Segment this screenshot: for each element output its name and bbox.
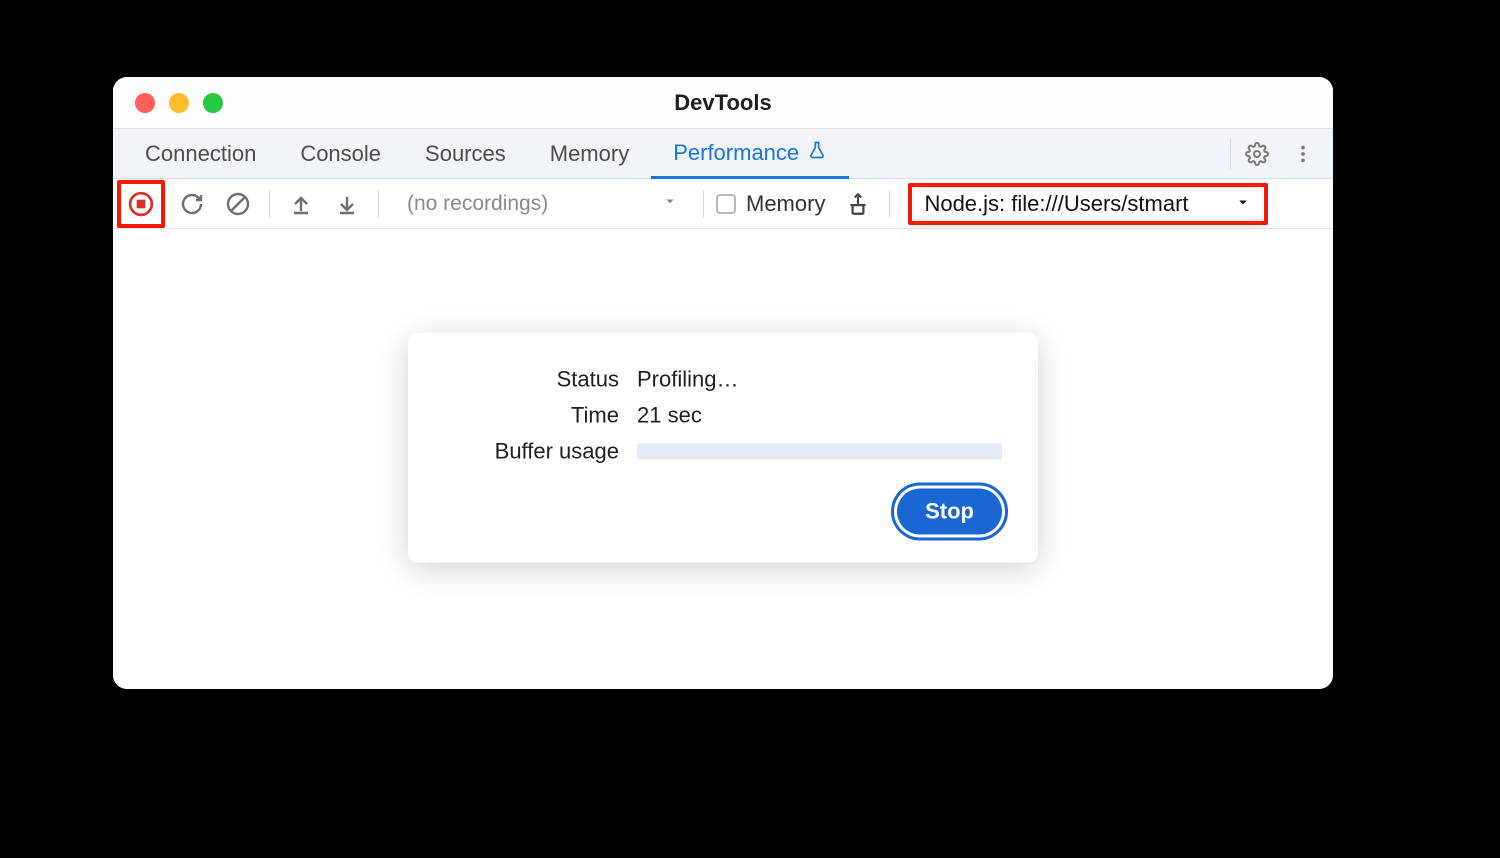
close-window-button[interactable] — [135, 93, 155, 113]
separator — [1230, 139, 1231, 169]
tab-label: Console — [300, 141, 381, 167]
buffer-usage-label: Buffer usage — [444, 439, 619, 465]
clear-button[interactable] — [219, 185, 257, 223]
checkbox-box — [716, 194, 736, 214]
window-title: DevTools — [113, 90, 1333, 116]
tab-sources[interactable]: Sources — [403, 129, 528, 178]
memory-checkbox[interactable]: Memory — [716, 191, 825, 217]
time-label: Time — [444, 403, 619, 429]
tab-performance[interactable]: Performance — [651, 129, 849, 179]
status-value: Profiling… — [637, 367, 1002, 393]
tab-label: Connection — [145, 141, 256, 167]
recordings-dropdown[interactable]: (no recordings) — [391, 192, 691, 216]
tabs-right-controls — [1230, 129, 1333, 178]
profiling-dialog: Status Profiling… Time 21 sec Buffer usa… — [408, 333, 1038, 563]
record-stop-button[interactable] — [122, 185, 160, 223]
chevron-down-icon — [661, 192, 679, 216]
separator — [378, 190, 379, 218]
separator — [703, 190, 704, 218]
titlebar: DevTools — [113, 77, 1333, 129]
recordings-placeholder: (no recordings) — [407, 192, 548, 216]
separator — [269, 190, 270, 218]
traffic-lights — [135, 93, 223, 113]
memory-label: Memory — [746, 191, 825, 217]
performance-toolbar: (no recordings) Memory Node.js: file:///… — [113, 179, 1333, 229]
buffer-usage-bar — [637, 444, 1002, 460]
upload-button[interactable] — [282, 185, 320, 223]
status-label: Status — [444, 367, 619, 393]
tab-label: Performance — [673, 140, 799, 166]
annotation-highlight-target: Node.js: file:///Users/stmart — [908, 183, 1268, 225]
target-selected-label: Node.js: file:///Users/stmart — [924, 191, 1188, 217]
more-menu-button[interactable] — [1283, 134, 1323, 174]
separator — [889, 190, 890, 218]
annotation-highlight-record — [117, 180, 165, 228]
collect-garbage-button[interactable] — [839, 185, 877, 223]
settings-button[interactable] — [1237, 134, 1277, 174]
panel-tabs: Connection Console Sources Memory Perfor… — [113, 129, 1333, 179]
flask-icon — [807, 140, 827, 166]
chevron-down-icon — [1234, 191, 1252, 217]
tab-memory[interactable]: Memory — [528, 129, 651, 178]
target-dropdown[interactable]: Node.js: file:///Users/stmart — [912, 187, 1264, 221]
minimize-window-button[interactable] — [169, 93, 189, 113]
tab-label: Sources — [425, 141, 506, 167]
tab-label: Memory — [550, 141, 629, 167]
download-button[interactable] — [328, 185, 366, 223]
time-value: 21 sec — [637, 403, 1002, 429]
tab-console[interactable]: Console — [278, 129, 403, 178]
reload-button[interactable] — [173, 185, 211, 223]
tab-connection[interactable]: Connection — [123, 129, 278, 178]
content-area: Status Profiling… Time 21 sec Buffer usa… — [113, 229, 1333, 689]
stop-button[interactable]: Stop — [897, 489, 1002, 535]
devtools-window: DevTools Connection Console Sources Memo… — [113, 77, 1333, 689]
maximize-window-button[interactable] — [203, 93, 223, 113]
